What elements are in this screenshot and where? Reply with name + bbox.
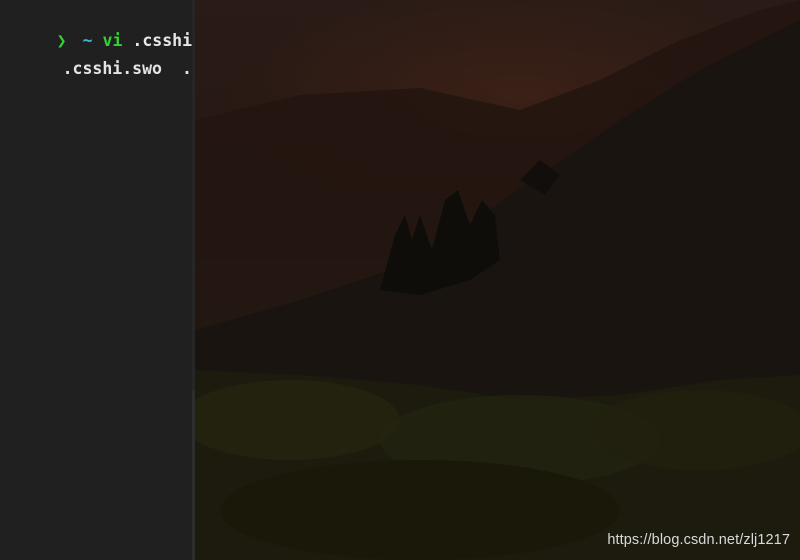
scrollbar-thumb[interactable] (192, 390, 195, 560)
command-line[interactable]: ❯~vi.csshi.sw (0, 8, 195, 50)
desktop-screen: ❯~vi.csshi.sw .csshi.swo.csshi.swp https… (0, 0, 800, 560)
completion-item[interactable]: .csshi.swo (63, 59, 162, 78)
terminal-scrollbar[interactable] (192, 0, 195, 560)
completion-list: .csshi.swo.csshi.swp (3, 36, 195, 78)
watermark-text: https://blog.csdn.net/zlj1217 (607, 532, 790, 548)
terminal-window[interactable]: ❯~vi.csshi.sw .csshi.swo.csshi.swp (0, 0, 195, 560)
